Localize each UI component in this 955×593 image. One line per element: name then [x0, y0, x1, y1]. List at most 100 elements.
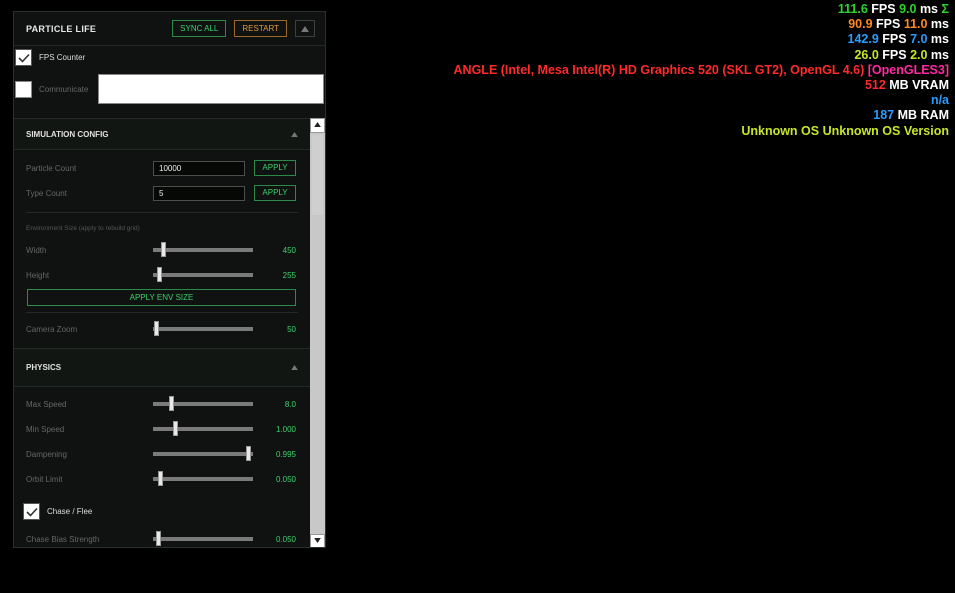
camera-zoom-value: 50 — [287, 325, 296, 334]
os-info: Unknown OS Unknown OS Version — [741, 123, 949, 138]
chase-bias-strength-label: Chase Bias Strength — [26, 535, 100, 544]
min-speed-slider[interactable] — [153, 421, 253, 436]
na-row: n/a — [454, 93, 949, 108]
fps-value: 142.9 — [847, 32, 879, 47]
restart-button[interactable]: RESTART — [234, 20, 287, 37]
orbit-limit-value: 0.050 — [275, 475, 296, 484]
performance-stats: 111.6 FPS 9.0 ms Σ 90.9 FPS 11.0 ms 142.9 … — [454, 2, 949, 139]
chevron-up-icon — [291, 365, 298, 370]
type-count-label: Type Count — [26, 189, 67, 198]
panel-content: SIMULATION CONFIG Particle Count 10000 A… — [14, 118, 310, 547]
chase-bias-strength-slider-handle[interactable] — [156, 531, 161, 546]
chase-flee-checkbox[interactable] — [23, 503, 40, 520]
ms-unit: ms — [927, 47, 949, 62]
gpu-row: ANGLE (Intel, Mesa Intel(R) HD Graphics … — [454, 63, 949, 78]
orbit-limit-label: Orbit Limit — [26, 475, 63, 484]
stats-row: 111.6 FPS 9.0 ms Σ — [454, 2, 949, 17]
triangle-up-icon — [314, 122, 321, 127]
fps-counter-checkbox[interactable] — [15, 49, 32, 66]
stats-row: 142.9 FPS 7.0 ms — [454, 32, 949, 47]
scroll-down-button[interactable] — [310, 534, 325, 547]
communicate-input[interactable] — [98, 74, 324, 104]
communicate-row: Communicate — [15, 81, 88, 98]
checkmark-icon — [17, 53, 30, 63]
camera-zoom-slider[interactable] — [153, 321, 253, 336]
width-value: 450 — [282, 246, 296, 255]
particle-count-label: Particle Count — [26, 164, 77, 173]
max-speed-label: Max Speed — [26, 400, 67, 409]
collapse-panel-button[interactable] — [295, 20, 315, 37]
sum-symbol: Σ — [941, 2, 949, 16]
chase-bias-strength-slider[interactable] — [153, 531, 253, 546]
simulation-config-title: SIMULATION CONFIG — [26, 129, 109, 139]
width-slider-handle[interactable] — [161, 242, 166, 257]
apply-env-size-button[interactable]: APPLY ENV SIZE — [27, 289, 296, 306]
physics-title: PHYSICS — [26, 363, 62, 372]
ms-value: 7.0 — [910, 32, 928, 47]
physics-section: PHYSICS Max Speed 8.0 Min Speed 1.000 Da… — [14, 348, 310, 547]
gl-version-tag: [OpenGLES3] — [867, 62, 949, 77]
communicate-checkbox[interactable] — [15, 81, 32, 98]
vram-row: 512 MB VRAM — [454, 78, 949, 93]
fps-value: 26.0 — [854, 47, 879, 62]
camera-zoom-slider-handle[interactable] — [154, 321, 159, 336]
simulation-config-header[interactable]: SIMULATION CONFIG — [14, 119, 310, 150]
panel-title: PARTICLE LIFE — [26, 23, 97, 34]
vram-unit: MB VRAM — [885, 78, 949, 93]
type-count-input[interactable]: 5 — [153, 186, 245, 201]
min-speed-slider-handle[interactable] — [173, 421, 178, 436]
fps-counter-label: FPS Counter — [39, 53, 86, 62]
vertical-scrollbar[interactable] — [310, 118, 325, 547]
ms-unit: ms — [927, 17, 949, 32]
dampening-value: 0.995 — [275, 450, 296, 459]
physics-header[interactable]: PHYSICS — [14, 349, 310, 387]
environment-size-hint: Environment Size (apply to rebuild grid) — [26, 225, 140, 232]
sync-all-button[interactable]: SYNC ALL — [172, 20, 227, 37]
camera-zoom-label: Camera Zoom — [26, 325, 78, 334]
chase-bias-strength-value: 0.050 — [275, 535, 296, 544]
orbit-limit-slider-handle[interactable] — [158, 471, 163, 486]
fps-unit: FPS — [867, 2, 900, 16]
type-count-apply-button[interactable]: APPLY — [254, 185, 296, 201]
ms-unit: ms — [927, 32, 949, 47]
height-slider[interactable] — [153, 267, 253, 282]
max-speed-slider-handle[interactable] — [169, 396, 174, 411]
vram-value: 512 — [864, 78, 886, 93]
orbit-limit-slider[interactable] — [153, 471, 253, 486]
control-panel: PARTICLE LIFE SYNC ALL RESTART FPS Count… — [13, 11, 326, 548]
stats-row: 26.0 FPS 2.0 ms — [454, 48, 949, 63]
scroll-up-button[interactable] — [310, 118, 325, 133]
scrollbar-thumb[interactable] — [312, 135, 323, 215]
dampening-slider[interactable] — [153, 446, 253, 461]
panel-scroll-area: SIMULATION CONFIG Particle Count 10000 A… — [14, 118, 325, 547]
physics-body: Max Speed 8.0 Min Speed 1.000 Dampening … — [14, 387, 310, 547]
triangle-down-icon — [314, 538, 321, 543]
width-slider[interactable] — [153, 242, 253, 257]
communicate-label: Communicate — [39, 85, 89, 94]
fps-value: 90.9 — [848, 17, 873, 32]
ram-unit: MB RAM — [894, 108, 949, 123]
panel-header: PARTICLE LIFE SYNC ALL RESTART — [14, 12, 325, 46]
height-value: 255 — [282, 271, 296, 280]
ms-value: 2.0 — [910, 47, 928, 62]
chevron-up-icon — [291, 131, 298, 137]
dampening-label: Dampening — [26, 450, 67, 459]
min-speed-label: Min Speed — [26, 425, 65, 434]
width-label: Width — [26, 246, 47, 255]
ram-value: 187 — [873, 108, 895, 123]
height-slider-handle[interactable] — [157, 267, 162, 282]
gpu-renderer: ANGLE (Intel, Mesa Intel(R) HD Graphics … — [453, 62, 868, 77]
simulation-config-body: Particle Count 10000 APPLY Type Count 5 … — [14, 150, 310, 348]
fps-unit: FPS — [872, 17, 904, 32]
ms-value: 11.0 — [903, 17, 928, 32]
particle-count-apply-button[interactable]: APPLY — [254, 160, 296, 176]
divider — [26, 312, 298, 313]
dampening-slider-handle[interactable] — [246, 446, 251, 461]
chase-flee-label: Chase / Flee — [47, 507, 93, 516]
ms-unit: ms — [916, 2, 942, 16]
ms-value: 9.0 — [899, 2, 917, 16]
stats-row: 90.9 FPS 11.0 ms — [454, 17, 949, 32]
fps-value: 111.6 — [837, 2, 868, 16]
particle-count-input[interactable]: 10000 — [153, 161, 245, 176]
max-speed-slider[interactable] — [153, 396, 253, 411]
